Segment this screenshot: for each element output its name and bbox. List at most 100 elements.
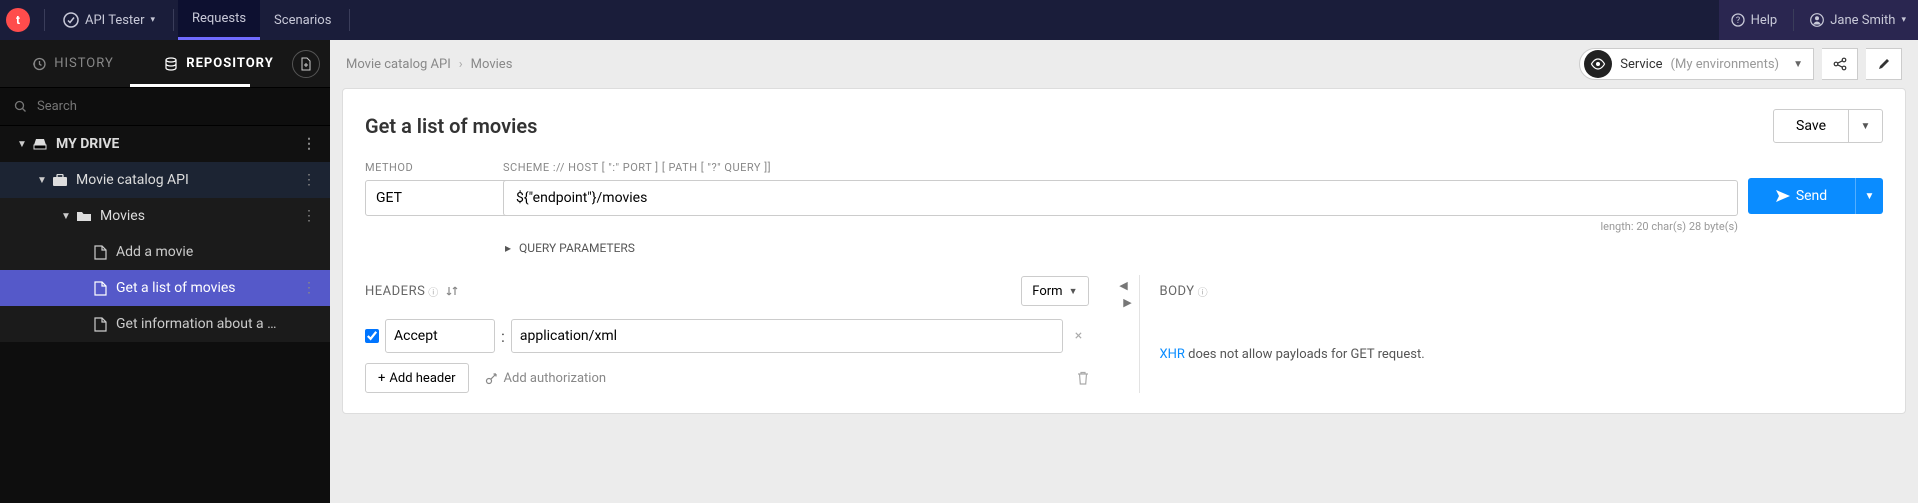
more-icon[interactable]: ⋮ — [296, 208, 322, 224]
chevron-right-icon: ▸ — [505, 241, 511, 255]
add-header-label: Add header — [389, 371, 455, 386]
tree-label: Movies — [100, 208, 145, 224]
save-dropdown[interactable]: ▼ — [1849, 109, 1883, 143]
chevron-down-icon: ▼ — [14, 139, 30, 150]
file-icon — [90, 245, 110, 260]
breadcrumb-item[interactable]: Movie catalog API — [346, 57, 451, 72]
more-icon[interactable]: ⋮ — [296, 172, 322, 188]
header-enabled-checkbox[interactable] — [365, 329, 379, 343]
method-label: METHOD — [365, 161, 493, 174]
plus-icon: + — [378, 371, 385, 386]
url-input[interactable] — [503, 180, 1738, 216]
url-label: SCHEME :// HOST [ ":" PORT ] [ PATH [ "?… — [503, 161, 1738, 174]
collapse-right-icon[interactable]: ▶ — [1123, 296, 1131, 309]
body-message: XHR does not allow payloads for GET requ… — [1160, 319, 1884, 362]
tree-project[interactable]: ▼ Movie catalog API ⋮ — [0, 162, 330, 198]
request-panel: Get a list of movies Save ▼ METHOD ▼ — [342, 88, 1906, 414]
add-button[interactable] — [292, 50, 320, 78]
divider — [44, 9, 45, 31]
more-icon[interactable]: ⋮ — [296, 136, 322, 152]
tree-label: Get information about a … — [116, 316, 277, 332]
app-menu[interactable]: API Tester ▾ — [49, 0, 169, 40]
tree: ▼ MY DRIVE ⋮ ▼ Movie catalog API ⋮ ▼ — [0, 126, 330, 503]
body-text: does not allow payloads for GET request. — [1185, 347, 1425, 362]
share-icon — [1833, 57, 1847, 71]
share-button[interactable] — [1822, 48, 1858, 80]
app-logo[interactable]: t — [6, 8, 30, 32]
key-icon — [485, 372, 498, 385]
sidebar: HISTORY REPOSITORY ▼ — [0, 40, 330, 503]
request-title: Get a list of movies — [365, 114, 537, 138]
tree-item[interactable]: Add a movie — [0, 234, 330, 270]
file-icon — [90, 281, 110, 296]
info-icon[interactable]: ⓘ — [428, 284, 438, 299]
chevron-down-icon: ▼ — [1069, 286, 1078, 297]
tab-repository[interactable]: REPOSITORY — [146, 40, 292, 87]
send-dropdown[interactable]: ▼ — [1855, 178, 1883, 214]
tree-item[interactable]: Get information about a … — [0, 306, 330, 342]
save-button[interactable]: Save — [1773, 109, 1849, 143]
document-plus-icon — [299, 57, 313, 71]
tree-label: Get a list of movies — [116, 280, 236, 296]
help-label: Help — [1751, 13, 1778, 28]
user-menu[interactable]: Jane Smith ▾ — [1798, 0, 1918, 40]
headers-view-select[interactable]: Form ▼ — [1021, 276, 1088, 306]
tab-label: HISTORY — [54, 56, 114, 71]
tree-label: Movie catalog API — [76, 172, 189, 188]
collapse-left-icon[interactable]: ◀ — [1119, 279, 1127, 292]
tab-label: Requests — [192, 11, 246, 26]
chevron-right-icon: › — [459, 57, 463, 72]
header-name-input[interactable] — [385, 319, 495, 353]
svg-text:?: ? — [1735, 16, 1739, 26]
add-header-button[interactable]: + Add header — [365, 363, 469, 393]
environment-selector[interactable]: Service (My environments) ▼ — [1579, 48, 1814, 80]
tree-item-selected[interactable]: Get a list of movies ⋮ — [0, 270, 330, 306]
trash-icon[interactable] — [1077, 371, 1089, 385]
user-icon — [1810, 13, 1824, 27]
briefcase-icon — [50, 174, 70, 187]
chevron-down-icon: ▼ — [58, 211, 74, 222]
search-input[interactable] — [37, 99, 316, 114]
sidebar-search[interactable] — [0, 88, 330, 126]
send-icon — [1776, 190, 1790, 202]
tab-requests[interactable]: Requests — [178, 0, 260, 40]
env-label: Service — [1620, 57, 1662, 72]
help-icon: ? — [1731, 13, 1745, 27]
header-value-input[interactable] — [511, 319, 1063, 353]
form-label: Form — [1032, 284, 1062, 299]
chevron-down-icon: ▾ — [1901, 15, 1906, 25]
tab-history[interactable]: HISTORY — [0, 40, 146, 87]
tree-folder[interactable]: ▼ Movies ⋮ — [0, 198, 330, 234]
xhr-link[interactable]: XHR — [1160, 347, 1185, 362]
tree-drive[interactable]: ▼ MY DRIVE ⋮ — [0, 126, 330, 162]
tab-scenarios[interactable]: Scenarios — [260, 0, 345, 40]
breadcrumb-bar: Movie catalog API › Movies Service (My e… — [330, 40, 1918, 88]
main-area: Movie catalog API › Movies Service (My e… — [330, 40, 1918, 503]
top-bar: t API Tester ▾ Requests Scenarios ? Help… — [0, 0, 1918, 40]
tree-label: MY DRIVE — [56, 136, 119, 152]
breadcrumb-item[interactable]: Movies — [471, 57, 513, 72]
add-authorization[interactable]: Add authorization — [485, 371, 607, 386]
sort-icon[interactable] — [446, 285, 458, 297]
help-link[interactable]: ? Help — [1719, 0, 1790, 40]
header-row: : × — [365, 319, 1089, 353]
info-icon[interactable]: ⓘ — [1198, 284, 1208, 299]
search-icon — [14, 100, 27, 113]
colon: : — [501, 327, 505, 346]
tab-label: Scenarios — [274, 13, 331, 28]
history-icon — [32, 57, 46, 71]
edit-button[interactable] — [1866, 48, 1902, 80]
url-length-info: length: 20 char(s) 28 byte(s) — [503, 220, 1738, 233]
delete-header-icon[interactable]: × — [1069, 328, 1089, 344]
file-icon — [90, 317, 110, 332]
send-label: Send — [1796, 188, 1827, 204]
more-icon[interactable]: ⋮ — [296, 280, 322, 296]
divider — [349, 9, 350, 31]
env-sublabel: (My environments) — [1671, 57, 1780, 72]
query-label: QUERY PARAMETERS — [519, 241, 635, 255]
check-circle-icon — [63, 12, 79, 28]
send-button[interactable]: Send — [1748, 178, 1855, 214]
chevron-down-icon: ▾ — [150, 15, 155, 25]
method-select[interactable]: ▼ — [365, 180, 493, 216]
query-params-toggle[interactable]: ▸ QUERY PARAMETERS — [503, 241, 1738, 255]
